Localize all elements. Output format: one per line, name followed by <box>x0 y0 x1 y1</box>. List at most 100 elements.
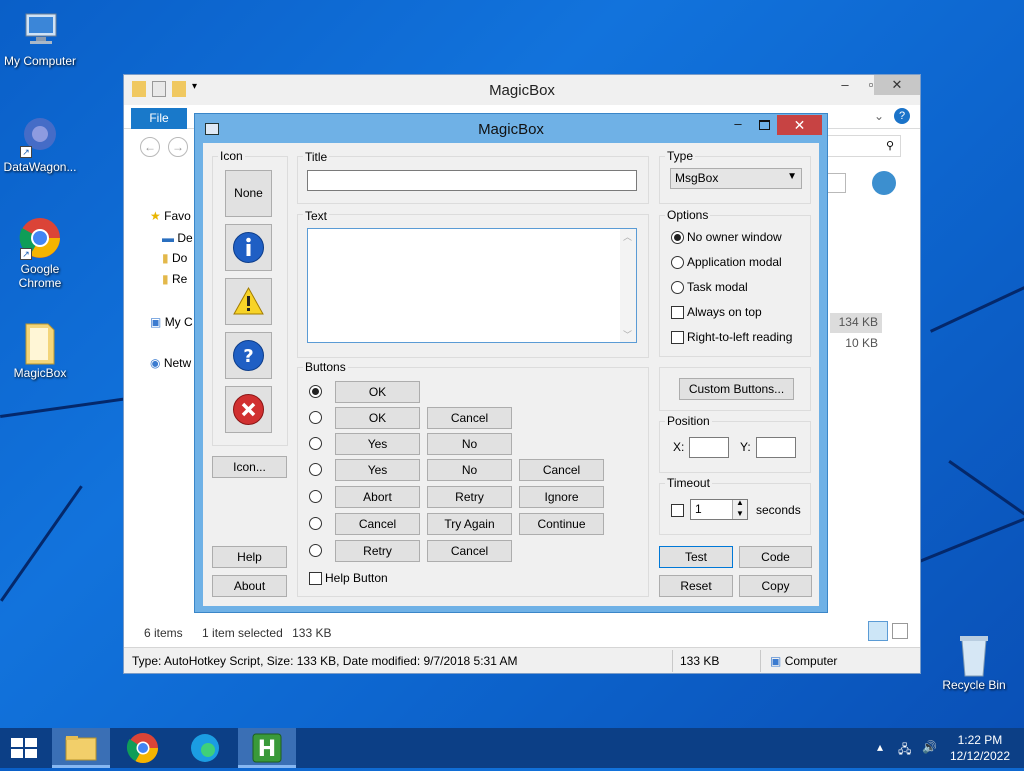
close-button[interactable]: ✕ <box>777 115 822 135</box>
desktop-icon-recycle-bin[interactable]: Recycle Bin <box>934 632 1014 692</box>
volume-icon[interactable]: 🔊 <box>922 740 937 754</box>
sidebar-item-favorites[interactable]: ★ Favo <box>150 209 191 223</box>
preview-no-button[interactable]: No <box>427 433 512 455</box>
taskbar-edge[interactable] <box>176 728 234 768</box>
preview-ok-button[interactable]: OK <box>335 381 420 403</box>
minimize-button[interactable]: – <box>831 75 859 95</box>
location-indicator: ▣ Computer <box>770 654 838 668</box>
spin-up-icon[interactable]: ▲ <box>736 498 744 507</box>
preview-ignore-button[interactable]: Ignore <box>519 486 604 508</box>
code-button[interactable]: Code <box>739 546 812 568</box>
downloads-icon: ▮ <box>162 251 169 265</box>
timeout-spinner[interactable]: ▲ ▼ <box>732 498 747 519</box>
preview-cancel-button[interactable]: Cancel <box>335 513 420 535</box>
timeout-group-label: Timeout <box>665 476 712 490</box>
buttons-radio-retry-cancel[interactable] <box>309 544 322 557</box>
sidebar-item-desktop[interactable]: ▬ De <box>162 231 193 245</box>
maximize-button[interactable] <box>753 116 775 134</box>
copy-button[interactable]: Copy <box>739 575 812 597</box>
taskbar-magicbox[interactable]: H <box>238 728 296 768</box>
preview-no-button[interactable]: No <box>427 459 512 481</box>
buttons-radio-yes-no-cancel[interactable] <box>309 463 322 476</box>
back-button[interactable]: ← <box>140 137 160 157</box>
help-icon[interactable]: ? <box>894 108 910 124</box>
desktop-icon-google-chrome[interactable]: ↗ Google Chrome <box>0 216 80 290</box>
radio-task-modal[interactable] <box>671 281 684 294</box>
position-x-input[interactable] <box>689 437 729 458</box>
test-button[interactable]: Test <box>659 546 733 568</box>
sidebar-item-recent[interactable]: ▮ Re <box>162 272 187 286</box>
icon-select-button[interactable]: Icon... <box>212 456 287 478</box>
preview-cancel-button[interactable]: Cancel <box>427 407 512 429</box>
buttons-radio-cancel-tryagain-continue[interactable] <box>309 517 322 530</box>
checkbox-help-button[interactable] <box>309 572 322 585</box>
preview-cancel-button[interactable]: Cancel <box>519 459 604 481</box>
custom-buttons-button[interactable]: Custom Buttons... <box>679 378 794 400</box>
checkbox-right-to-left[interactable] <box>671 331 684 344</box>
buttons-radio-ok-cancel[interactable] <box>309 411 322 424</box>
icon-warning-button[interactable] <box>225 278 272 325</box>
preview-retry-button[interactable]: Retry <box>427 486 512 508</box>
reset-button[interactable]: Reset <box>659 575 733 597</box>
x-label: X: <box>673 440 685 454</box>
taskbar-chrome[interactable] <box>114 728 172 768</box>
close-button[interactable]: ✕ <box>874 75 920 95</box>
scroll-down-icon[interactable]: ﹀ <box>623 328 632 341</box>
preview-ok-button[interactable]: OK <box>335 407 420 429</box>
textarea-scrollbar[interactable]: ︿ ﹀ <box>620 229 636 342</box>
sidebar-item-network[interactable]: ◉ Netw <box>150 356 191 370</box>
icon-error-button[interactable] <box>225 386 272 433</box>
buttons-radio-ok[interactable] <box>309 385 322 398</box>
preview-continue-button[interactable]: Continue <box>519 513 604 535</box>
timeout-input[interactable]: 1 ▲ ▼ <box>690 498 748 520</box>
minimize-button[interactable]: – <box>727 116 749 134</box>
taskbar-file-explorer[interactable] <box>52 728 110 768</box>
preview-yes-button[interactable]: Yes <box>335 433 420 455</box>
network-icon[interactable]: 🖧 <box>898 740 911 761</box>
icon-none-button[interactable]: None <box>225 170 272 217</box>
help-button[interactable]: Help <box>212 546 287 568</box>
layout-icon[interactable] <box>826 173 846 193</box>
search-icon: ⚲ <box>885 140 894 152</box>
tray-expand-icon[interactable]: ▴ <box>877 740 883 754</box>
radio-application-modal[interactable] <box>671 256 684 269</box>
preview-try-again-button[interactable]: Try Again <box>427 513 512 535</box>
large-icons-view-button[interactable] <box>892 623 908 639</box>
icon-info-button[interactable] <box>225 224 272 271</box>
magicbox-dialog: MagicBox – ✕ Icon None ? Icon... Help Ab… <box>194 113 828 613</box>
desktop-icon-my-computer[interactable]: My Computer <box>0 8 80 68</box>
sidebar-item-my-computer[interactable]: ▣ My C <box>150 315 193 329</box>
title-input[interactable] <box>307 170 637 191</box>
spin-down-icon[interactable]: ▼ <box>736 509 744 518</box>
tab-file[interactable]: File <box>131 108 187 129</box>
clock-time: 1:22 PM <box>957 733 1003 747</box>
chevron-down-icon[interactable]: ⌄ <box>874 109 884 123</box>
gear-icon: ↗ <box>18 114 62 158</box>
about-button[interactable]: About <box>212 575 287 597</box>
scroll-up-icon[interactable]: ︿ <box>623 230 632 243</box>
preview-cancel-button[interactable]: Cancel <box>427 540 512 562</box>
desktop-icon-magicbox[interactable]: MagicBox <box>0 320 80 380</box>
preview-yes-button[interactable]: Yes <box>335 459 420 481</box>
buttons-group-label: Buttons <box>303 360 348 374</box>
details-view-button[interactable] <box>868 621 888 641</box>
checkbox-always-on-top[interactable] <box>671 306 684 319</box>
divider <box>760 650 761 672</box>
sidebar-item-downloads[interactable]: ▮ Do <box>162 251 187 265</box>
icon-question-button[interactable]: ? <box>225 332 272 379</box>
radio-no-owner-window[interactable] <box>671 231 684 244</box>
shell-icon[interactable] <box>872 171 896 195</box>
start-button[interactable] <box>0 728 48 768</box>
clock[interactable]: 1:22 PM 12/12/2022 <box>950 732 1010 764</box>
preview-abort-button[interactable]: Abort <box>335 486 420 508</box>
buttons-radio-yes-no[interactable] <box>309 437 322 450</box>
option-label: Task modal <box>687 280 748 294</box>
type-select[interactable]: MsgBox ▼ <box>670 168 802 189</box>
desktop-icon-datawagon[interactable]: ↗ DataWagon... <box>0 114 80 174</box>
buttons-radio-abort-retry-ignore[interactable] <box>309 490 322 503</box>
message-textarea[interactable]: ︿ ﹀ <box>307 228 637 343</box>
forward-button[interactable]: → <box>168 137 188 157</box>
position-y-input[interactable] <box>756 437 796 458</box>
preview-retry-button[interactable]: Retry <box>335 540 420 562</box>
checkbox-timeout[interactable] <box>671 504 684 517</box>
